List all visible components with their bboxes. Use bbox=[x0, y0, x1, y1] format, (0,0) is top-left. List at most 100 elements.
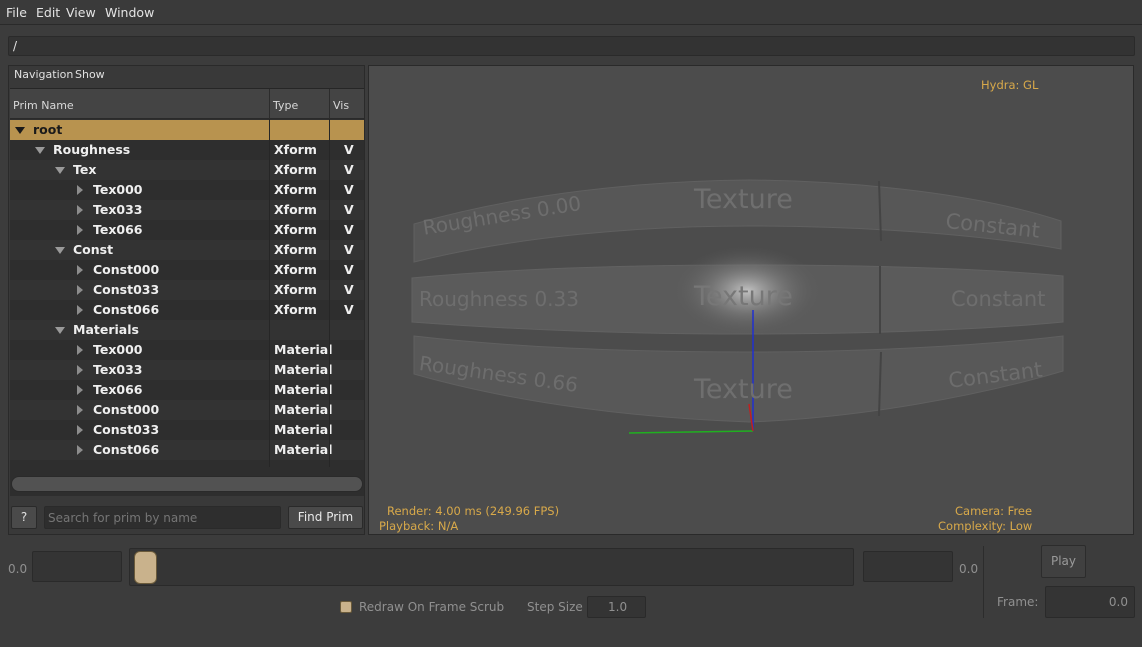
expand-arrow-closed-icon[interactable] bbox=[77, 285, 83, 295]
expand-arrow-closed-icon[interactable] bbox=[77, 405, 83, 415]
playback-status: Playback: N/A bbox=[379, 519, 459, 533]
expand-arrow-open-icon[interactable] bbox=[55, 327, 65, 334]
prim-type: Material bbox=[274, 402, 333, 417]
prim-name: Const000 bbox=[93, 262, 160, 277]
tree-row[interactable]: Tex066 Xform V bbox=[10, 220, 364, 240]
expand-arrow-closed-icon[interactable] bbox=[77, 445, 83, 455]
prim-name: Tex000 bbox=[93, 342, 143, 357]
prim-type: Xform bbox=[274, 242, 317, 257]
prim-visibility[interactable]: V bbox=[344, 202, 354, 217]
frame-value: 0.0 bbox=[1108, 595, 1128, 609]
expand-arrow-closed-icon[interactable] bbox=[77, 265, 83, 275]
tree-row[interactable]: Materials bbox=[10, 320, 364, 340]
prim-path-field[interactable]: / bbox=[8, 36, 1135, 56]
tree-row[interactable]: Const066 Xform V bbox=[10, 300, 364, 320]
prim-name: Tex bbox=[73, 162, 97, 177]
start-frame-label: 0.0 bbox=[8, 562, 28, 576]
prim-visibility[interactable]: V bbox=[344, 142, 354, 157]
prim-visibility[interactable]: V bbox=[344, 262, 354, 277]
prim-visibility[interactable]: V bbox=[344, 302, 354, 317]
play-button[interactable]: Play bbox=[1041, 545, 1086, 578]
prim-type: Xform bbox=[274, 282, 317, 297]
column-prim-name[interactable]: Prim Name bbox=[13, 99, 74, 112]
tree-row[interactable]: Tex066 Material bbox=[10, 380, 364, 400]
prim-visibility[interactable]: V bbox=[344, 162, 354, 177]
tree-row[interactable]: Const000 Xform V bbox=[10, 260, 364, 280]
tree-row[interactable]: Tex033 Material bbox=[10, 360, 364, 380]
prim-visibility[interactable]: V bbox=[344, 182, 354, 197]
menu-window[interactable]: Window bbox=[105, 5, 154, 20]
expand-arrow-open-icon[interactable] bbox=[55, 247, 65, 254]
expand-arrow-open-icon[interactable] bbox=[35, 147, 45, 154]
prim-type: Xform bbox=[274, 162, 317, 177]
expand-arrow-closed-icon[interactable] bbox=[77, 205, 83, 215]
prim-name: Const bbox=[73, 242, 114, 257]
prim-visibility[interactable]: V bbox=[344, 242, 354, 257]
tab-navigation[interactable]: Navigation bbox=[14, 68, 73, 81]
3d-viewport[interactable]: Roughness 0.00 Texture Constant Roughnes… bbox=[368, 65, 1134, 535]
tree-row[interactable]: Tex Xform V bbox=[10, 160, 364, 180]
prim-tree[interactable]: Prim Name Type Vis root Roughness Xform V Te… bbox=[10, 88, 364, 496]
prim-visibility[interactable]: V bbox=[344, 222, 354, 237]
prim-name: Roughness bbox=[53, 142, 131, 157]
prim-name: Const033 bbox=[93, 282, 160, 297]
end-frame-field[interactable] bbox=[863, 551, 953, 582]
prim-name: Tex033 bbox=[93, 202, 143, 217]
expand-arrow-open-icon[interactable] bbox=[55, 167, 65, 174]
menu-edit[interactable]: Edit bbox=[36, 5, 60, 20]
start-frame-field[interactable] bbox=[32, 551, 122, 582]
scene-label-texture-3: Texture bbox=[694, 374, 793, 405]
frame-field[interactable]: 0.0 bbox=[1045, 586, 1135, 618]
camera-status: Camera: Free bbox=[955, 504, 1033, 518]
tree-row[interactable]: Const Xform V bbox=[10, 240, 364, 260]
prim-type: Xform bbox=[274, 202, 317, 217]
frame-label: Frame: bbox=[997, 595, 1039, 609]
tab-show[interactable]: Show bbox=[75, 68, 105, 81]
tree-row-selected[interactable]: root bbox=[10, 120, 364, 140]
column-vis[interactable]: Vis bbox=[333, 99, 349, 112]
tree-row[interactable]: Const033 Xform V bbox=[10, 280, 364, 300]
expand-arrow-closed-icon[interactable] bbox=[77, 425, 83, 435]
expand-arrow-closed-icon[interactable] bbox=[77, 385, 83, 395]
prim-type: Material bbox=[274, 382, 333, 397]
tree-row[interactable]: Const000 Material bbox=[10, 400, 364, 420]
tree-row[interactable]: Const066 Material bbox=[10, 440, 364, 460]
scene-label-constant-2: Constant bbox=[951, 287, 1046, 311]
expand-arrow-closed-icon[interactable] bbox=[77, 185, 83, 195]
expand-arrow-closed-icon[interactable] bbox=[77, 345, 83, 355]
prim-name: root bbox=[33, 122, 63, 137]
expand-arrow-closed-icon[interactable] bbox=[77, 225, 83, 235]
tree-row[interactable]: Tex033 Xform V bbox=[10, 200, 364, 220]
prim-type: Xform bbox=[274, 142, 317, 157]
expand-arrow-open-icon[interactable] bbox=[15, 127, 25, 134]
scene-label-texture-2: Texture bbox=[694, 281, 793, 312]
navigation-panel: Navigation Show Prim Name Type Vis root R… bbox=[8, 65, 365, 535]
tree-header: Prim Name Type Vis bbox=[10, 89, 364, 119]
frame-slider[interactable] bbox=[129, 548, 854, 586]
tree-row[interactable]: Roughness Xform V bbox=[10, 140, 364, 160]
prim-name: Tex033 bbox=[93, 362, 143, 377]
frame-slider-handle[interactable] bbox=[134, 551, 157, 584]
tree-row[interactable]: Tex000 Material bbox=[10, 340, 364, 360]
prim-name: Tex000 bbox=[93, 182, 143, 197]
redraw-on-scrub-checkbox[interactable] bbox=[340, 601, 352, 613]
render-stats: Render: 4.00 ms (249.96 FPS) bbox=[387, 504, 560, 518]
prim-type: Material bbox=[274, 442, 333, 457]
step-size-field[interactable]: 1.0 bbox=[587, 596, 646, 618]
prim-type: Xform bbox=[274, 262, 317, 277]
expand-arrow-closed-icon[interactable] bbox=[77, 365, 83, 375]
help-button[interactable]: ? bbox=[11, 506, 37, 529]
expand-arrow-closed-icon[interactable] bbox=[77, 305, 83, 315]
column-type[interactable]: Type bbox=[273, 99, 298, 112]
menu-bar: File Edit View Window bbox=[0, 0, 1142, 25]
prim-visibility[interactable]: V bbox=[344, 282, 354, 297]
prim-name: Tex066 bbox=[93, 222, 143, 237]
prim-name: Const066 bbox=[93, 442, 160, 457]
menu-file[interactable]: File bbox=[6, 5, 27, 20]
horizontal-scrollbar[interactable] bbox=[11, 476, 363, 492]
tree-row[interactable]: Tex000 Xform V bbox=[10, 180, 364, 200]
tree-row[interactable]: Const033 Material bbox=[10, 420, 364, 440]
find-prim-button[interactable]: Find Prim bbox=[288, 506, 363, 529]
prim-search-input[interactable] bbox=[44, 506, 281, 529]
menu-view[interactable]: View bbox=[66, 5, 96, 20]
